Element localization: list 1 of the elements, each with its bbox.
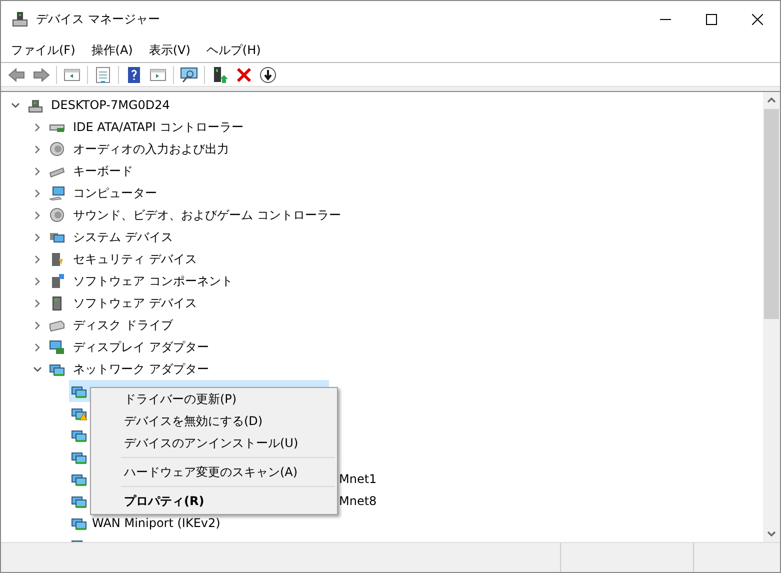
window-title: デバイス マネージャー	[36, 11, 160, 28]
